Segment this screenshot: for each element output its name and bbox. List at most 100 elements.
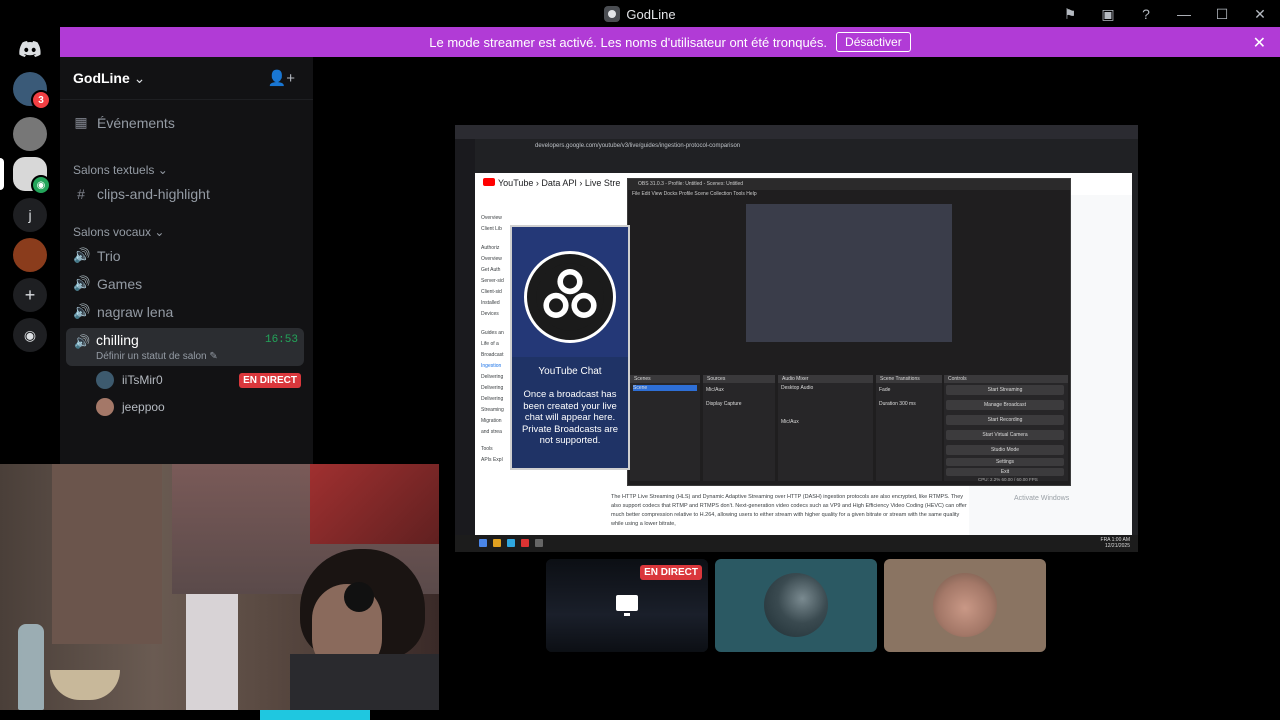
maximize-icon[interactable]: ☐ <box>1212 4 1232 24</box>
avatar <box>96 371 114 389</box>
browser-address-bar: developers.google.com/youtube/v3/live/gu… <box>475 140 1138 154</box>
speaker-icon: 🔊 <box>73 275 91 291</box>
mention-badge: 3 <box>31 90 51 110</box>
username: iiTsMir0 <box>122 373 163 387</box>
server-logo-icon <box>604 6 621 22</box>
channel-clips-and-highlight[interactable]: # clips-and-highlight <box>73 186 210 202</box>
server-j-label: j <box>28 207 32 223</box>
obs-logo-icon <box>524 251 616 343</box>
call-timer: 16:53 <box>264 334 298 346</box>
obs-start-recording: Start Recording <box>946 415 1064 425</box>
channel-label: chilling <box>96 332 139 348</box>
hashtag-icon: # <box>77 186 85 202</box>
deactivate-button[interactable]: Désactiver <box>836 32 911 52</box>
server-godline-icon[interactable]: ◉ <box>13 157 51 195</box>
speaker-icon: 🔊 <box>74 334 91 349</box>
participant-tile[interactable] <box>715 559 877 652</box>
banner-text: Le mode streamer est activé. Les noms d'… <box>429 34 828 50</box>
voice-category[interactable]: Salons vocaux <box>73 225 164 239</box>
guild-name[interactable]: GodLine <box>73 70 145 87</box>
channel-label: Trio <box>97 247 121 264</box>
breadcrumb: YouTube › Data API › Live Stre <box>498 178 621 188</box>
obs-status: CPU: 2.2% 60.00 / 60.00 FPS <box>978 477 1038 482</box>
server-j-icon[interactable]: j <box>13 198 47 232</box>
bookmarks-bar <box>475 155 1138 171</box>
voice-user[interactable]: iiTsMir0 EN DIRECT <box>96 371 301 389</box>
obs-scenes-dock: Scenes Scene <box>630 375 700 481</box>
obs-menu: File Edit View Docks Profile Scene Colle… <box>632 191 757 197</box>
voice-channel-nagraw-lena[interactable]: 🔊 nagraw lena <box>73 303 173 320</box>
obs-audio-mixer: Audio Mixer Desktop Audio Mic/Aux <box>778 375 873 481</box>
events-label: Événements <box>97 114 175 131</box>
voice-channel-chilling[interactable]: 🔊 chilling 16:53 Définir un statut de sa… <box>66 328 304 366</box>
obs-preview <box>746 204 952 342</box>
window-title-text: GodLine <box>626 7 676 22</box>
windows-taskbar: FRA 1:00 AM 12/21/2025 <box>455 535 1138 552</box>
docs-nav: Overview Client Lib Authoriz Overview Get … <box>481 215 504 463</box>
banner-close-icon[interactable]: ✕ <box>1253 33 1266 53</box>
speaker-icon: 🔊 <box>73 247 91 263</box>
guild-header[interactable]: GodLine 👤+ <box>60 57 313 100</box>
help-icon[interactable]: ? <box>1136 4 1156 24</box>
browser-sidebar <box>455 139 475 537</box>
add-server-icon[interactable]: + <box>13 278 47 312</box>
participant-tile[interactable] <box>884 559 1046 652</box>
youtube-chat-dock: YouTube Chat Once a broadcast has been c… <box>510 225 630 470</box>
events-item[interactable]: ▦ Événements <box>73 114 175 131</box>
discord-home-icon[interactable] <box>13 32 47 66</box>
voice-channel-trio[interactable]: 🔊 Trio <box>73 247 121 264</box>
minimize-icon[interactable]: — <box>1174 4 1194 24</box>
webcam-video[interactable] <box>0 464 439 710</box>
obs-exit: Exit <box>946 468 1064 476</box>
obs-sources-dock: Sources Mic/Aux Display Capture <box>703 375 775 481</box>
channel-label: Games <box>97 275 143 292</box>
server-icon[interactable]: 3 <box>13 72 51 110</box>
browser-tab-strip <box>455 125 1138 139</box>
username: jeeppoo <box>122 400 165 414</box>
server-rail: 3 ◉ j + ◉ <box>0 27 60 464</box>
window-titlebar: GodLine ⚑ ▣ ? — ☐ ✕ <box>0 0 1280 27</box>
screen-share-icon <box>616 595 638 616</box>
server-icon[interactable] <box>13 117 47 151</box>
obs-title: OBS 31.0.3 - Profile: Untitled - Scenes:… <box>628 179 1070 190</box>
calendar-icon: ▦ <box>74 114 88 130</box>
chat-message: Once a broadcast has been created your l… <box>521 389 619 446</box>
edge-icon <box>507 539 515 547</box>
obs-window: OBS 31.0.3 - Profile: Untitled - Scenes:… <box>627 178 1071 486</box>
live-badge: EN DIRECT <box>239 372 301 388</box>
stream-indicator-bar <box>260 710 370 720</box>
flag-icon[interactable]: ⚑ <box>1060 4 1080 24</box>
chat-title: YouTube Chat <box>538 366 602 377</box>
text-category[interactable]: Salons textuels <box>73 163 168 177</box>
taskbar-clock: FRA 1:00 AM 12/21/2025 <box>1100 537 1130 549</box>
url-text: developers.google.com/youtube/v3/live/gu… <box>535 143 741 149</box>
monitor-icon[interactable]: ▣ <box>1098 4 1118 24</box>
obs-scene-transitions: Scene Transitions Fade Duration 300 ms <box>876 375 942 481</box>
obs-taskbar-icon <box>535 539 543 547</box>
avatar <box>96 398 114 416</box>
screen-share-tile[interactable]: EN DIRECT <box>546 559 708 652</box>
screen-share-view[interactable]: developers.google.com/youtube/v3/live/gu… <box>455 125 1138 552</box>
set-channel-status[interactable]: Définir un statut de salon ✎ <box>96 351 218 362</box>
obs-studio-mode: Studio Mode <box>946 445 1064 455</box>
server-icon[interactable] <box>13 238 47 272</box>
voice-user[interactable]: jeeppoo <box>96 398 301 416</box>
live-badge: EN DIRECT <box>640 565 702 580</box>
voice-active-badge: ◉ <box>31 175 51 195</box>
avatar <box>764 573 828 637</box>
streamer-mode-banner: Le mode streamer est activé. Les noms d'… <box>60 27 1280 57</box>
obs-manage-broadcast: Manage Broadcast <box>946 400 1064 410</box>
opera-icon <box>521 539 529 547</box>
voice-channel-games[interactable]: 🔊 Games <box>73 275 142 292</box>
invite-members-icon[interactable]: 👤+ <box>268 69 295 87</box>
active-server-indicator <box>0 158 4 190</box>
folder-icon <box>493 539 501 547</box>
avatar <box>933 573 997 637</box>
obs-start-virtual-camera: Start Virtual Camera <box>946 430 1064 440</box>
close-icon[interactable]: ✕ <box>1250 4 1270 24</box>
discover-icon[interactable]: ◉ <box>13 318 47 352</box>
obs-start-streaming: Start Streaming <box>946 385 1064 395</box>
doc-paragraph: The HTTP Live Streaming (HLS) and Dynami… <box>611 494 967 527</box>
youtube-logo-icon <box>483 178 495 186</box>
channel-label: nagraw lena <box>97 303 174 320</box>
